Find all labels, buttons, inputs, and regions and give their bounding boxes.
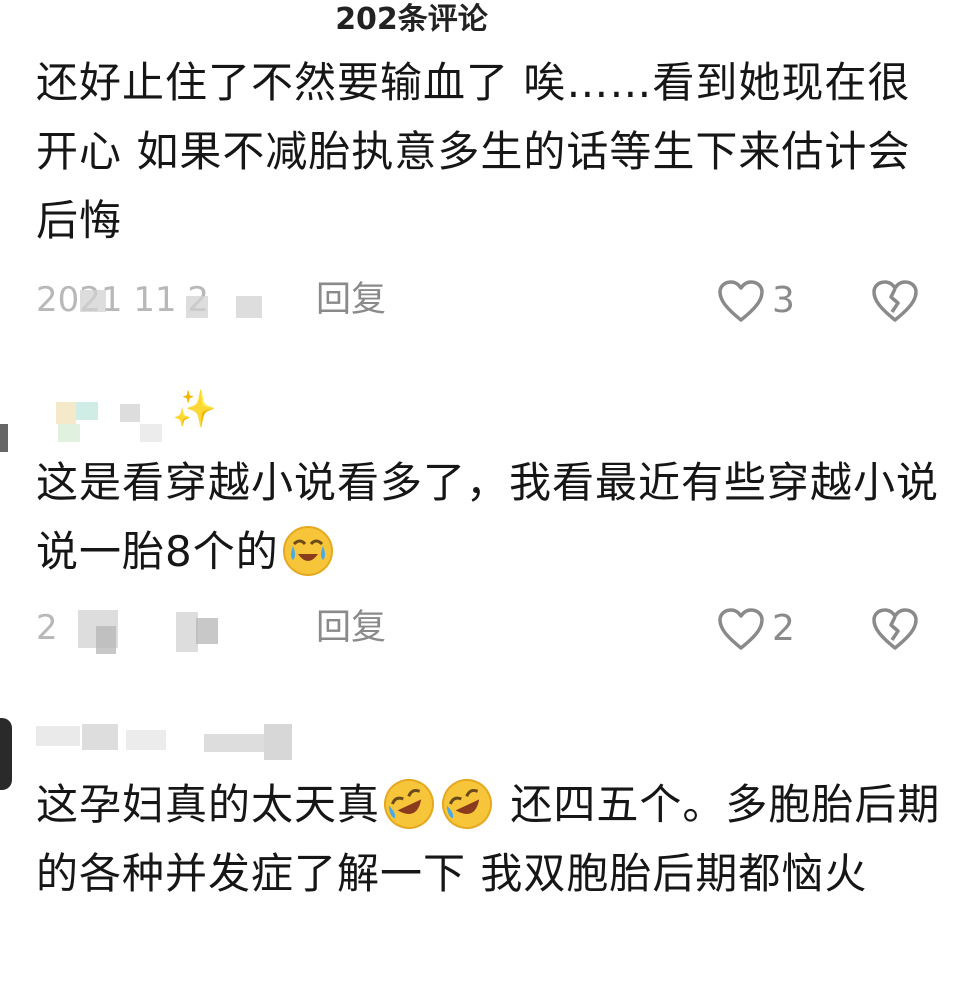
- edge-decoration: [0, 718, 12, 790]
- timestamp-text: 2 26: [36, 608, 208, 648]
- comment-count-title: 202条评论: [335, 2, 488, 37]
- like-count: 2: [772, 608, 795, 649]
- sparkle-icon: ✨: [172, 389, 217, 430]
- username-blur: [126, 730, 166, 750]
- blur-mask: [96, 626, 116, 654]
- reply-button[interactable]: 回复: [316, 276, 386, 324]
- blur-mask: [236, 296, 262, 318]
- blur-mask: [176, 612, 198, 652]
- comment-text: 还好止住了不然要输血了 唉……看到她现在很开心 如果不减胎执意多生的话等生下来估…: [36, 58, 911, 245]
- dislike-button[interactable]: [870, 278, 920, 328]
- blur-mask: [80, 290, 106, 312]
- comment-item: 这孕妇真的太天真 还四五个。多胞胎后期的各种并发症了解一下 我双胞胎后期都恼火: [36, 770, 941, 908]
- comment-item: 这是看穿越小说看多了，我看最近有些穿越小说说一胎8个的: [36, 448, 941, 586]
- username-blur: [120, 404, 140, 422]
- broken-heart-icon: [872, 608, 918, 650]
- avatar: [58, 424, 80, 442]
- username-blur: [140, 424, 162, 442]
- comment-timestamp: 2 26: [36, 604, 276, 654]
- like-count: 3: [772, 280, 795, 321]
- username-blur: [264, 724, 292, 760]
- blur-mask: [186, 296, 208, 318]
- reply-button[interactable]: 回复: [316, 604, 386, 652]
- comment-text: 这是看穿越小说看多了，我看最近有些穿越小说说一胎8个的: [36, 448, 941, 586]
- rofl-emoji-icon: [384, 779, 435, 829]
- heart-outline-icon: [718, 280, 764, 322]
- comment-text: 这孕妇真的太天真 还四五个。多胞胎后期的各种并发症了解一下 我双胞胎后期都恼火: [36, 770, 941, 908]
- comment-meta-row: 2 26 回复 2: [36, 604, 936, 654]
- avatar: [76, 402, 98, 420]
- like-button[interactable]: 2: [716, 604, 795, 654]
- like-button[interactable]: 3: [716, 276, 795, 326]
- heart-outline-icon: [718, 608, 764, 650]
- comment-item: 还好止住了不然要输血了 唉……看到她现在很开心 如果不减胎执意多生的话等生下来估…: [36, 48, 941, 255]
- username-blur: [204, 734, 264, 752]
- rofl-emoji-icon: [442, 779, 493, 829]
- username-blur: [36, 726, 80, 746]
- comment-user-row[interactable]: [36, 720, 336, 770]
- comment-user-row[interactable]: ✨: [36, 389, 436, 448]
- edge-decoration: [0, 424, 8, 452]
- blur-mask: [196, 618, 218, 644]
- comment-text-part: 这孕妇真的太天真: [36, 780, 381, 829]
- broken-heart-icon: [872, 280, 918, 322]
- comment-text-body: 这是看穿越小说看多了，我看最近有些穿越小说说一胎8个的: [36, 458, 940, 576]
- dislike-button[interactable]: [870, 606, 920, 656]
- avatar: [56, 402, 76, 424]
- comment-meta-row: 2021 11 2 回复 3: [36, 276, 936, 326]
- tears-of-joy-emoji-icon: [282, 526, 333, 576]
- username-blur: [82, 724, 118, 750]
- timestamp-text: 2021 11 2: [36, 280, 210, 320]
- comment-timestamp: 2021 11 2: [36, 276, 276, 326]
